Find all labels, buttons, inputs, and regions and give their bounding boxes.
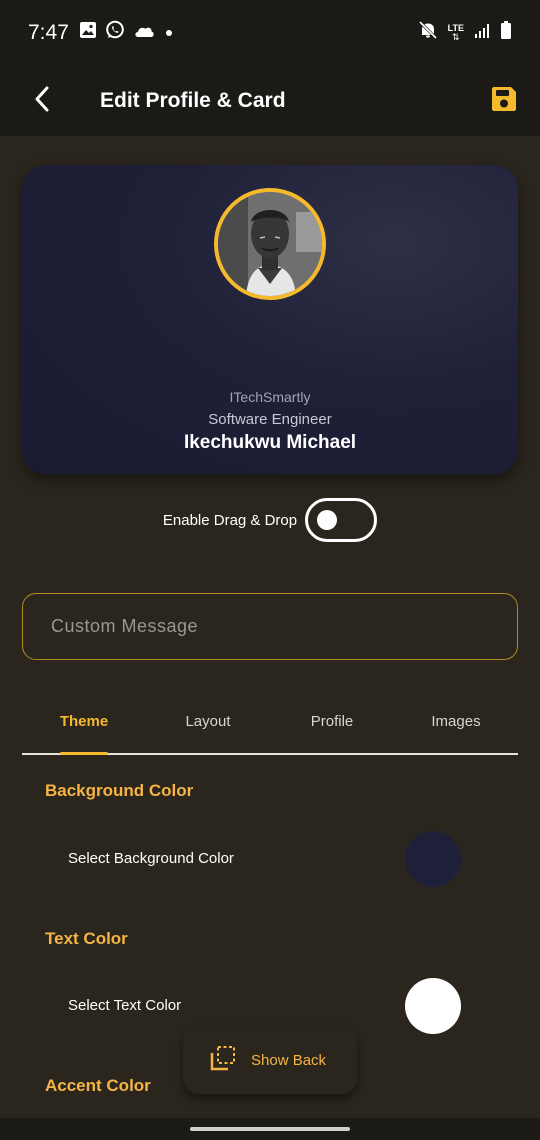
tab-layout[interactable]: Layout [146,700,270,753]
image-icon [79,21,97,45]
page-title: Edit Profile & Card [100,89,286,112]
profile-card[interactable]: ITechSmartly Software Engineer Ikechukwu… [22,165,518,474]
cloud-icon [133,21,155,45]
card-company: ITechSmartly [229,389,311,405]
system-nav-bar [0,1118,540,1140]
drag-drop-label: Enable Drag & Drop [162,511,298,529]
tab-theme-label: Theme [59,713,109,730]
status-bar: 7:47 LTE ⇅ [0,0,540,66]
save-icon [490,85,518,118]
tab-images-label: Images [431,713,481,730]
background-color-swatch[interactable] [405,831,461,887]
drag-drop-toggle[interactable] [305,498,378,542]
avatar-photo [218,192,322,296]
show-back-label: Show Back [251,1051,327,1069]
home-handle[interactable] [190,1127,350,1131]
back-arrow-icon [32,85,52,118]
signal-icon [474,21,490,45]
custom-message-input[interactable] [51,616,471,637]
text-color-swatch[interactable] [405,978,461,1034]
drag-drop-row: Enable Drag & Drop [0,497,540,543]
custom-message-field[interactable] [22,593,518,660]
tab-theme[interactable]: Theme [22,700,146,755]
dot-icon [163,21,175,45]
status-time: 7:47 [28,21,69,44]
tab-layout-label: Layout [185,713,231,730]
tab-profile[interactable]: Profile [270,700,394,753]
select-background-color-label[interactable]: Select Background Color [68,850,234,867]
text-color-title: Text Color [45,929,128,948]
tab-profile-label: Profile [310,713,354,730]
status-icons-left [79,20,175,46]
avatar[interactable] [214,188,326,300]
toggle-knob [317,510,338,530]
show-back-button[interactable]: Show Back [183,1026,357,1094]
lte-icon: LTE ⇅ [448,24,464,42]
save-button[interactable] [486,83,522,119]
app-bar: Edit Profile & Card [0,66,540,136]
mute-icon [418,20,438,46]
battery-icon [500,20,512,46]
whatsapp-icon [105,20,125,46]
accent-color-title: Accent Color [45,1076,151,1095]
status-icons-right: LTE ⇅ [418,20,512,46]
tab-bar: Theme Layout Profile Images [22,700,518,755]
flip-icon [209,1044,237,1077]
background-color-title: Background Color [45,781,194,800]
data-arrows-icon: ⇅ [452,32,460,42]
select-text-color-label[interactable]: Select Text Color [68,997,181,1014]
tab-images[interactable]: Images [394,700,518,753]
card-name: Ikechukwu Michael [183,432,357,453]
card-role: Software Engineer [208,411,332,428]
tab-indicator [60,752,108,755]
back-button[interactable] [12,71,72,131]
